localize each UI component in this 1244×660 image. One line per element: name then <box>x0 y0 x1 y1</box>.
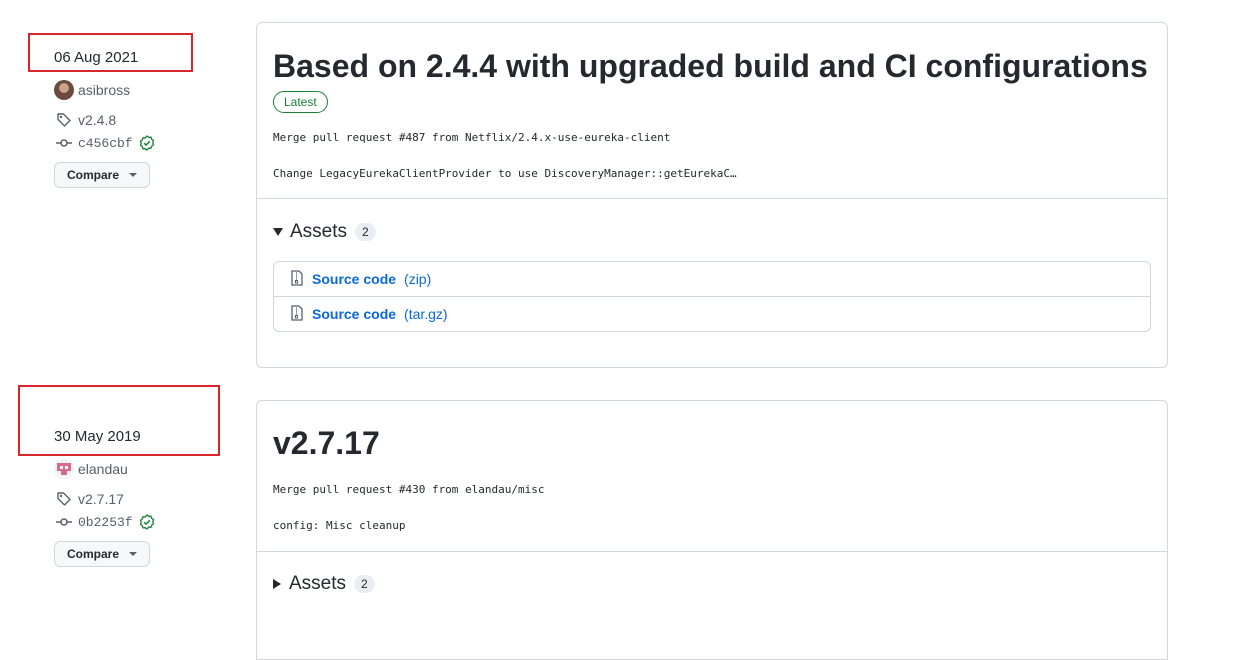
release-title[interactable]: Based on 2.4.4 with upgraded build and C… <box>273 23 1151 86</box>
author[interactable]: elandau <box>54 459 234 479</box>
asset-list: Source code (zip) Source code (tar.gz) <box>273 261 1151 332</box>
commit-icon <box>54 134 74 152</box>
latest-badge: Latest <box>273 91 328 113</box>
release-title[interactable]: v2.7.17 <box>273 401 1151 463</box>
compare-button[interactable]: Compare <box>54 162 151 188</box>
file-zip-icon <box>290 304 304 324</box>
commit-sha[interactable]: 0b2253f <box>78 515 133 530</box>
asset-name[interactable]: Source code <box>312 271 396 287</box>
tag-link[interactable]: v2.7.17 <box>54 489 234 509</box>
expanded-triangle-icon[interactable] <box>273 228 283 236</box>
assets-label[interactable]: Assets <box>290 221 347 243</box>
tag-link[interactable]: v2.4.8 <box>54 110 234 130</box>
avatar[interactable] <box>54 459 74 479</box>
assets-count: 2 <box>355 223 376 241</box>
commit-icon <box>54 513 74 531</box>
assets-toggle[interactable]: Assets 2 <box>273 221 376 243</box>
compare-label[interactable]: Compare <box>67 547 119 561</box>
release-card: v2.7.17 Merge pull request #430 from ela… <box>256 400 1168 660</box>
assets-toggle[interactable]: Assets 2 <box>273 573 375 595</box>
commit-link[interactable]: c456cbf <box>54 133 234 153</box>
release-meta: 30 May 2019 elandau v2.7.17 0b2253f Comp… <box>54 427 234 567</box>
file-zip-icon <box>290 269 304 289</box>
assets-label[interactable]: Assets <box>289 573 346 595</box>
commit-link[interactable]: 0b2253f <box>54 512 234 532</box>
verified-check-icon[interactable] <box>139 514 155 530</box>
asset-name[interactable]: Source code <box>312 306 396 322</box>
compare-button[interactable]: Compare <box>54 541 151 567</box>
avatar[interactable] <box>54 80 74 100</box>
tag-name[interactable]: v2.4.8 <box>78 112 116 128</box>
collapsed-triangle-icon[interactable] <box>273 579 281 589</box>
asset-ext[interactable]: (zip) <box>404 271 431 287</box>
release-date: 30 May 2019 <box>54 428 141 445</box>
assets-count: 2 <box>354 575 375 593</box>
chevron-down-icon[interactable] <box>129 552 138 556</box>
release-meta: 06 Aug 2021 asibross v2.4.8 c456cbf Comp… <box>54 48 234 188</box>
release-card: Based on 2.4.4 with upgraded build and C… <box>256 22 1168 368</box>
asset-item[interactable]: Source code (zip) <box>274 262 1150 296</box>
release-note: Merge pull request #487 from Netflix/2.4… <box>273 131 671 144</box>
compare-label[interactable]: Compare <box>67 168 119 182</box>
release-date: 06 Aug 2021 <box>54 49 139 66</box>
author[interactable]: asibross <box>54 80 234 100</box>
tag-icon <box>54 111 74 129</box>
tag-name[interactable]: v2.7.17 <box>78 491 124 507</box>
release-note: Merge pull request #430 from elandau/mis… <box>273 483 545 496</box>
divider <box>257 551 1167 552</box>
asset-item[interactable]: Source code (tar.gz) <box>274 296 1150 331</box>
release-entry: 30 May 2019 elandau v2.7.17 0b2253f Comp… <box>0 380 1244 660</box>
author-name[interactable]: asibross <box>78 82 130 98</box>
chevron-down-icon[interactable] <box>129 173 138 177</box>
tag-icon <box>54 490 74 508</box>
release-entry: 06 Aug 2021 asibross v2.4.8 c456cbf Comp… <box>0 0 1244 380</box>
verified-check-icon[interactable] <box>139 135 155 151</box>
asset-ext[interactable]: (tar.gz) <box>404 306 448 322</box>
release-note: Change LegacyEurekaClientProvider to use… <box>273 167 737 180</box>
release-note: config: Misc cleanup <box>273 519 406 532</box>
divider <box>257 198 1167 199</box>
author-name[interactable]: elandau <box>78 461 128 477</box>
commit-sha[interactable]: c456cbf <box>78 136 133 151</box>
